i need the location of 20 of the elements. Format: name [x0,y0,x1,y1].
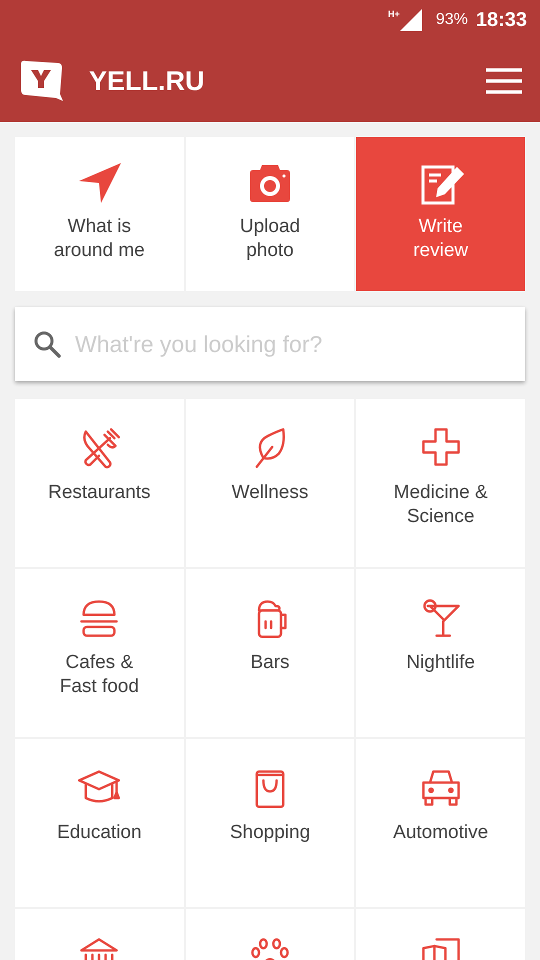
action-button[interactable]: Upload photo [186,137,354,291]
clock: 18:33 [476,8,527,32]
search-icon [33,330,61,358]
app-title: YELL.RU [89,66,206,96]
category-tile[interactable]: Education [15,739,184,907]
category-tile[interactable]: Bars [186,569,354,737]
signal-icon [400,9,422,31]
network-type: H+ [388,9,400,19]
action-button[interactable]: What is around me [15,137,184,291]
battery-level: 93% [436,11,468,29]
category-tile[interactable]: Restaurants [15,399,184,567]
category-tile[interactable]: Wellness [186,399,354,567]
action-button[interactable]: Write review [356,137,525,291]
category-tile[interactable]: Automotive [356,739,525,907]
category-tile[interactable]: Shopping [186,739,354,907]
category-tile[interactable]: Medicine & Science [356,399,525,567]
menu-button[interactable] [486,68,522,94]
category-tile[interactable]: Cafes & Fast food [15,569,184,737]
category-tile[interactable]: Nightlife [356,569,525,737]
logo-icon [18,60,64,102]
